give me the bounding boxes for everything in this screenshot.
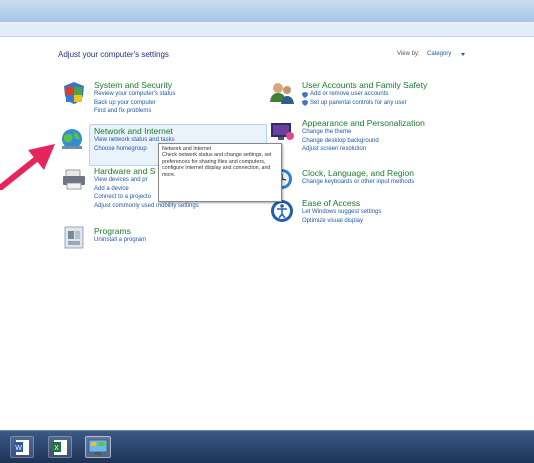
- svg-text:W: W: [15, 445, 22, 452]
- link-add-remove-users[interactable]: Add or remove user accounts: [302, 90, 427, 99]
- excel-taskbar-button[interactable]: X: [48, 436, 72, 458]
- link-suggest-settings[interactable]: Let Windows suggest settings: [302, 208, 381, 217]
- category-network-internet[interactable]: Network and Internet: [94, 126, 175, 136]
- link-find-fix[interactable]: Find and fix problems: [94, 107, 176, 116]
- category-programs[interactable]: Programs: [94, 226, 146, 236]
- network-tooltip: Network and Internet Check network statu…: [158, 143, 282, 202]
- programs-icon: [64, 226, 84, 249]
- link-parental-controls[interactable]: Set up parental controls for any user: [302, 99, 427, 108]
- svg-text:X: X: [54, 445, 59, 452]
- chevron-down-icon[interactable]: [461, 53, 465, 56]
- link-review-status[interactable]: Review your computer's status: [94, 90, 176, 99]
- link-screen-resolution[interactable]: Adjust screen resolution: [302, 145, 425, 154]
- taskbar: [0, 430, 534, 463]
- link-back-up[interactable]: Back up your computer: [94, 99, 176, 108]
- category-user-accounts[interactable]: User Accounts and Family Safety: [302, 80, 427, 90]
- link-change-theme[interactable]: Change the theme: [302, 128, 425, 137]
- word-icon: W: [14, 440, 29, 455]
- link-mobility-settings[interactable]: Adjust commonly used mobility settings: [94, 202, 199, 211]
- window-title-bar: [0, 0, 534, 22]
- appearance-icon: [271, 123, 294, 140]
- category-clock-language[interactable]: Clock, Language, and Region: [302, 168, 414, 178]
- category-system-security[interactable]: System and Security: [94, 80, 176, 90]
- control-panel-taskbar-button[interactable]: [85, 436, 111, 458]
- view-by-label: View by:: [397, 51, 420, 57]
- link-keyboards[interactable]: Change keyboards or other input methods: [302, 178, 414, 187]
- printer-icon: [63, 169, 85, 190]
- control-panel-icon: [88, 439, 108, 455]
- shield-icon: [64, 82, 84, 104]
- globe-network-icon: [62, 129, 82, 149]
- view-by-dropdown[interactable]: Category: [427, 51, 451, 57]
- link-optimize-display[interactable]: Optimize visual display: [302, 217, 381, 226]
- link-desktop-background[interactable]: Change desktop background: [302, 137, 425, 146]
- tooltip-body: Check network status and change settings…: [162, 152, 272, 178]
- address-bar-area: [0, 22, 534, 37]
- uac-shield-icon: [302, 92, 308, 98]
- excel-icon: X: [52, 440, 67, 455]
- link-uninstall-program[interactable]: Uninstall a program: [94, 236, 146, 245]
- category-ease-of-access[interactable]: Ease of Access: [302, 198, 381, 208]
- word-taskbar-button[interactable]: W: [10, 436, 34, 458]
- category-appearance[interactable]: Appearance and Personalization: [302, 118, 425, 128]
- users-icon: [270, 83, 294, 104]
- uac-shield-icon: [302, 100, 308, 106]
- page-title: Adjust your computer's settings: [58, 50, 169, 59]
- pointer-arrow-icon: [0, 144, 55, 190]
